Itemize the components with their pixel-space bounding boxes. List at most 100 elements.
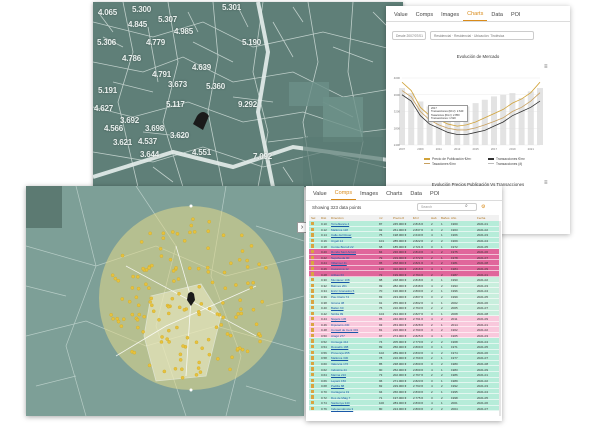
row-checkbox[interactable] [311,300,315,304]
tab-comps[interactable]: Comps [330,190,357,200]
comp-point[interactable] [235,347,240,351]
comp-point[interactable] [166,304,171,309]
comp-point[interactable] [144,282,148,287]
tab-charts[interactable]: Charts [382,191,406,200]
comp-point[interactable] [127,299,132,304]
parcel-map[interactable]: 5.300 5.307 5.301 4.065 4.845 4.985 5.306 4.779… [93,2,403,187]
address-link[interactable]: Provença 255 [331,351,350,355]
comp-point[interactable] [174,266,178,270]
comp-point[interactable] [245,265,250,269]
comp-point[interactable] [181,344,185,348]
comp-point[interactable] [168,257,173,262]
comp-point[interactable] [130,286,135,290]
comp-point[interactable] [249,244,254,248]
comp-point[interactable] [240,233,244,238]
comp-point[interactable] [150,263,154,268]
comp-point[interactable] [159,254,164,258]
comp-point[interactable] [135,318,140,322]
address-link[interactable]: Diputació 230 [331,323,349,327]
comp-point[interactable] [200,346,204,350]
comp-point[interactable] [182,308,187,312]
comp-point[interactable] [254,322,259,326]
tab-poi[interactable]: POI [507,12,524,21]
address-link[interactable]: Torreblanca 4 [331,222,349,226]
tab-data[interactable]: Data [406,191,426,200]
radius-map[interactable] [26,186,304,416]
comp-point[interactable] [141,330,145,334]
row-checkbox[interactable] [311,277,315,282]
comp-point[interactable] [246,281,250,285]
comp-point[interactable] [134,295,139,299]
address-link[interactable]: Casanova 12 [331,267,349,271]
comp-point[interactable] [192,230,197,234]
comp-point[interactable] [196,366,201,370]
comp-point[interactable] [109,313,113,317]
tab-value[interactable]: Value [390,12,412,21]
comp-point[interactable] [206,270,211,274]
comp-point[interactable] [148,231,152,236]
comp-point[interactable] [257,332,261,336]
row-checkbox[interactable] [311,339,315,343]
address-link[interactable]: Ronda Sant Antoni [331,250,356,254]
address-link[interactable]: Balmes 201 [331,284,347,288]
row-checkbox[interactable] [311,378,315,383]
comp-point[interactable] [230,355,234,360]
comp-point[interactable] [136,303,141,308]
comp-point[interactable] [157,318,161,322]
address-link[interactable]: Sepúlveda 90 [331,256,349,260]
comp-point[interactable] [147,363,152,368]
comp-point[interactable] [162,369,167,374]
vertical-scrollbar[interactable] [499,221,501,416]
location-pin-icon[interactable] [193,112,209,130]
row-checkbox[interactable] [311,356,315,360]
row-checkbox[interactable] [311,328,315,332]
comp-point[interactable] [234,315,238,319]
address-link[interactable]: Còrsega 412 [331,340,348,344]
address-link[interactable]: Urgell 14 [331,239,343,243]
comp-point[interactable] [191,217,195,221]
comp-point[interactable] [171,269,176,273]
comp-point[interactable] [251,280,255,285]
comp-point[interactable] [150,303,154,308]
address-link[interactable]: Comte Borrell 22 [331,245,354,249]
comp-point[interactable] [199,302,204,306]
comp-point[interactable] [245,349,250,354]
tab-poi[interactable]: POI [426,191,443,200]
address-link[interactable]: Sardenya 340 [331,401,350,405]
comp-point[interactable] [221,315,225,320]
comp-point[interactable] [177,291,181,296]
comp-point[interactable] [229,261,233,266]
tab-images[interactable]: Images [356,191,382,200]
comp-point[interactable] [206,246,210,250]
legend-entry[interactable]: Transacciones (#) [488,162,552,167]
column-header[interactable]: Fecha [477,216,485,220]
comp-point[interactable] [170,296,175,301]
comp-point[interactable] [223,286,228,290]
comp-point[interactable] [197,360,201,365]
row-checkbox[interactable] [311,361,315,366]
comp-point[interactable] [139,240,144,244]
comp-point[interactable] [221,301,225,305]
legend-entry[interactable]: Tasaciones €/m² [424,162,488,167]
column-header[interactable]: Precio € [393,216,404,220]
row-checkbox[interactable] [311,322,315,327]
table-row[interactable]: 0.76 Independència 3 80 224.000 € 2.800 € 2 2 2… [309,405,499,412]
address-link[interactable]: Aribau 63 [331,273,344,277]
comp-point[interactable] [219,323,224,327]
comp-point[interactable] [249,285,253,290]
comp-point[interactable] [187,266,192,271]
address-link[interactable]: Villarroel 41 [331,261,347,265]
tab-charts[interactable]: Charts [463,11,488,21]
comp-point[interactable] [149,296,153,301]
comp-point[interactable] [206,337,211,342]
row-checkbox[interactable] [311,317,315,321]
comp-point[interactable] [141,266,145,271]
comp-point[interactable] [239,311,244,316]
comp-point[interactable] [180,367,184,371]
address-link[interactable]: Cartagena 19 [331,390,349,394]
comp-point[interactable] [188,230,192,235]
comp-point[interactable] [175,232,180,236]
comp-point[interactable] [189,223,194,228]
row-checkbox[interactable] [311,255,315,259]
tab-images[interactable]: Images [437,12,463,21]
